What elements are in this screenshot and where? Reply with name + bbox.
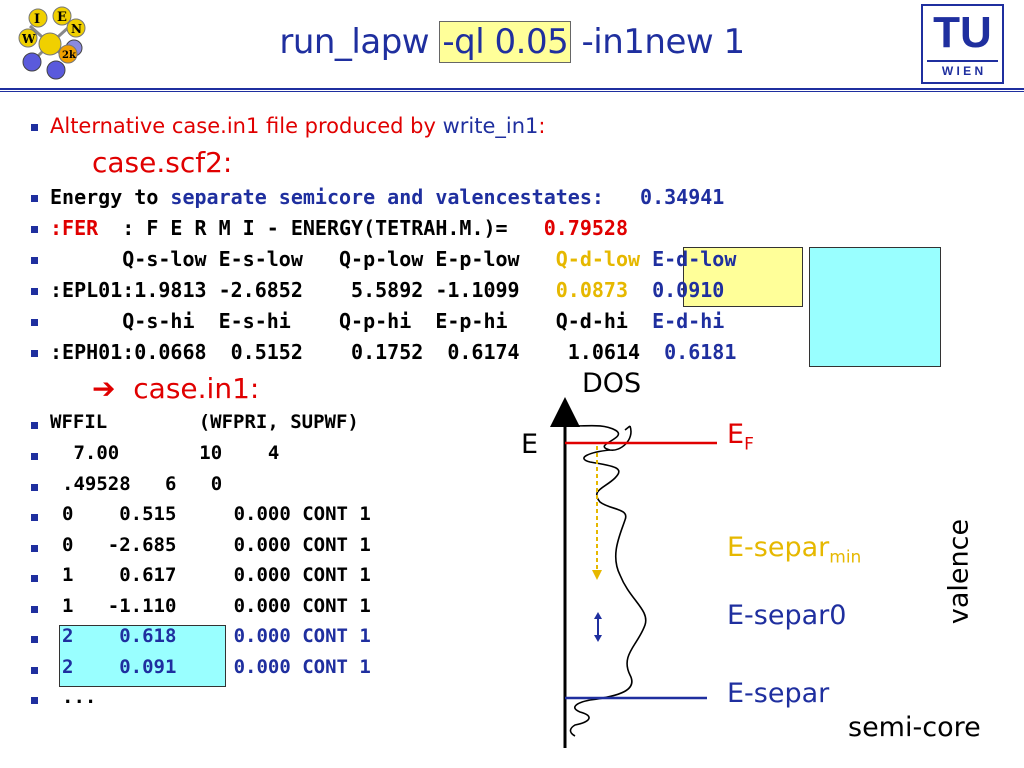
svg-text:N: N bbox=[71, 22, 82, 36]
svg-text:2k: 2k bbox=[62, 50, 77, 61]
epl-header-line: Q-s-low E-s-low Q-p-low E-p-low Q-d-low … bbox=[50, 247, 737, 271]
valence-label: valence bbox=[943, 518, 975, 625]
title-prefix: run_lapw bbox=[279, 22, 440, 62]
in1-line: 1 -1.110 0.000 CONT 1 bbox=[62, 595, 371, 617]
dos-label: DOS bbox=[582, 368, 642, 399]
in1-line-highlight: 2 0.091 0.000 CONT 1 bbox=[62, 656, 371, 678]
fermi-energy-line: :FER : F E R M I - ENERGY(TETRAH.M.)= 0.… bbox=[50, 216, 628, 240]
scf-heading: case.scf2: bbox=[92, 146, 233, 179]
slide-title: run_lapw -ql 0.05 -in1new 1 bbox=[0, 21, 1024, 63]
svg-text:I: I bbox=[34, 12, 40, 27]
semicore-label: semi-core bbox=[848, 712, 981, 743]
title-highlight: -ql 0.05 bbox=[439, 21, 572, 63]
wien2k-logo: I E W N 2k bbox=[18, 6, 86, 80]
arrow-icon: ➔ bbox=[92, 372, 116, 405]
in1-line: 7.00 10 4 bbox=[62, 442, 280, 464]
bullet bbox=[31, 124, 38, 131]
in1-line: WFFIL (WFPRI, SUPWF) bbox=[50, 411, 359, 433]
tu-logo-text: TU bbox=[933, 8, 992, 57]
energy-label: E bbox=[521, 429, 539, 460]
fermi-label: EF bbox=[727, 419, 754, 455]
eph-values-line: :EPH01:0.0668 0.5152 0.1752 0.6174 1.061… bbox=[50, 340, 737, 364]
in1-line: 0 -2.685 0.000 CONT 1 bbox=[62, 534, 371, 556]
tu-wien-logo: TU W I E N bbox=[921, 4, 1004, 84]
in1-line: ... bbox=[62, 686, 97, 708]
separ-label: E-separ bbox=[727, 678, 830, 709]
in1-heading: ➔ case.in1: bbox=[92, 372, 260, 405]
separ-min-label: E-separmin bbox=[727, 532, 862, 568]
in1-line: .49528 6 0 bbox=[62, 473, 223, 495]
svg-text:W: W bbox=[21, 32, 36, 46]
wien-logo-text: W I E N bbox=[941, 64, 984, 78]
header-rule bbox=[0, 88, 1024, 90]
in1-line: 1 0.617 0.000 CONT 1 bbox=[62, 564, 371, 586]
in1-line: 0 0.515 0.000 CONT 1 bbox=[62, 503, 371, 525]
energy-separ-line: Energy to separate semicore and valences… bbox=[50, 185, 725, 209]
epl-values-line: :EPL01:1.9813 -2.6852 5.5892 -1.1099 0.0… bbox=[50, 278, 725, 302]
separ0-label: E-separ0 bbox=[727, 600, 847, 631]
write-in1-link: write_in1 bbox=[442, 114, 539, 138]
in1-line-highlight: 2 0.618 0.000 CONT 1 bbox=[62, 625, 371, 647]
title-suffix: -in1new 1 bbox=[571, 22, 746, 62]
dos-curve bbox=[564, 424, 647, 737]
intro-line: Alternative case.in1 file produced by wr… bbox=[50, 114, 546, 138]
eph-header-line: Q-s-hi E-s-hi Q-p-hi E-p-hi Q-d-hi E-d-h… bbox=[50, 309, 725, 333]
ed-highlight bbox=[809, 247, 941, 367]
svg-text:E: E bbox=[57, 10, 67, 25]
